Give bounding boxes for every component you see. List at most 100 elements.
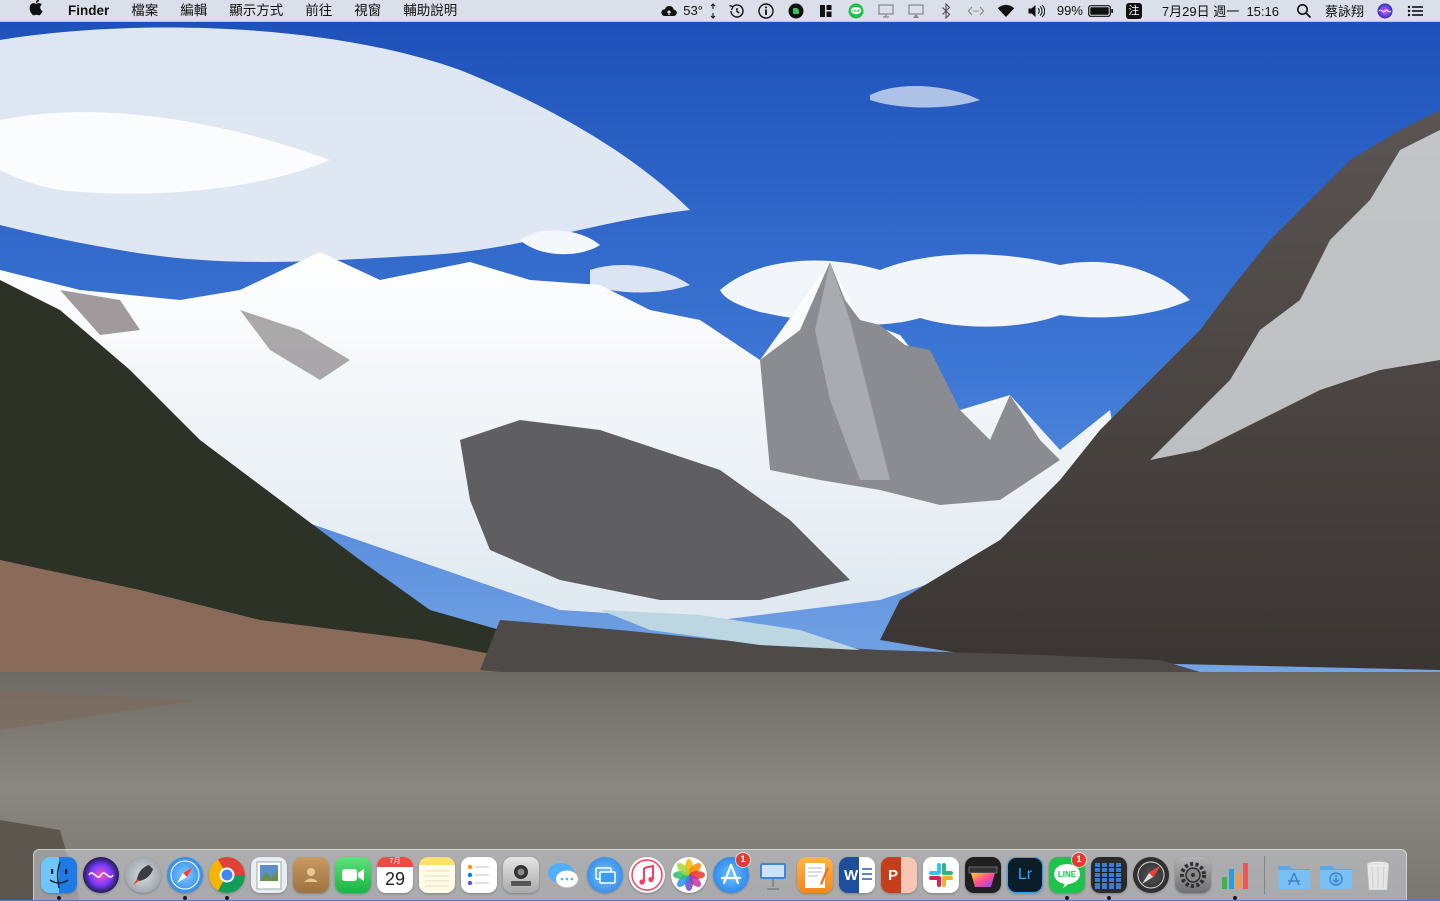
dock-item-numbers[interactable] <box>1214 850 1256 901</box>
dock-item-siri[interactable] <box>80 850 122 901</box>
menu-app-name[interactable]: Finder <box>54 0 120 22</box>
apple-logo-icon <box>29 0 43 15</box>
clock[interactable]: 7月29日 週一 15:16 <box>1148 0 1289 22</box>
layout-icon <box>819 4 832 17</box>
dock-item-slack[interactable] <box>920 850 962 901</box>
trash-icon <box>1360 857 1396 893</box>
user-name[interactable]: 蔡詠翔 <box>1319 0 1370 22</box>
input-method-icon: 注 <box>1125 2 1142 19</box>
calendar-month: 7月 <box>377 857 413 867</box>
facetime-icon <box>335 857 371 893</box>
volume-status[interactable] <box>1021 0 1051 22</box>
info-status[interactable] <box>751 0 781 22</box>
menu-help[interactable]: 輔助說明 <box>392 0 468 22</box>
dock-item-reminders[interactable] <box>458 850 500 901</box>
dock-item-chrome[interactable] <box>206 850 248 901</box>
dock-item-music[interactable] <box>626 850 668 901</box>
dock-item-launchpad[interactable] <box>122 850 164 901</box>
dock-item-system-preferences[interactable] <box>1172 850 1214 901</box>
airplay-status[interactable] <box>901 0 931 22</box>
dock-item-powerpoint[interactable]: P <box>878 850 920 901</box>
dock-item-activity-monitor[interactable] <box>1088 850 1130 901</box>
wifi-icon <box>997 4 1015 17</box>
dock-item-photos[interactable] <box>668 850 710 901</box>
network-status[interactable] <box>961 0 991 22</box>
menu-view[interactable]: 顯示方式 <box>218 0 294 22</box>
dock-item-lightroom[interactable]: Lr <box>1004 850 1046 901</box>
menu-bar-status-area: 53° LINE 99% 注 7月29日 週一 15:16 蔡詠翔 <box>654 0 1440 22</box>
photos-icon <box>671 857 707 893</box>
expand-status[interactable] <box>705 0 721 22</box>
dock-item-screen-sharing[interactable] <box>584 850 626 901</box>
dock-item-calendar[interactable]: 7月 29 <box>374 850 416 901</box>
desktop-wallpaper <box>0 0 1440 900</box>
dock-item-compass[interactable] <box>1130 850 1172 901</box>
evernote-status[interactable] <box>781 0 811 22</box>
dock-item-trash[interactable] <box>1357 850 1399 901</box>
screen-mirror-status[interactable] <box>871 0 901 22</box>
svg-text:LINE: LINE <box>1058 870 1077 879</box>
battery-status[interactable]: 99% <box>1051 0 1120 22</box>
downloads-folder-icon <box>1318 857 1354 893</box>
calendar-icon: 7月 29 <box>377 857 413 893</box>
dock-item-applications-folder[interactable] <box>1273 850 1315 901</box>
dock-item-downloads-folder[interactable] <box>1315 850 1357 901</box>
dock-item-contacts[interactable] <box>290 850 332 901</box>
apple-menu[interactable] <box>18 0 54 22</box>
dock-item-finder[interactable] <box>38 850 80 901</box>
spotlight-status[interactable] <box>1289 0 1319 22</box>
dock-item-pages[interactable] <box>794 850 836 901</box>
dock-item-notes[interactable] <box>416 850 458 901</box>
time-machine-status[interactable] <box>721 0 751 22</box>
expand-icon <box>710 2 716 19</box>
notification-center-status[interactable] <box>1400 0 1430 22</box>
dock-item-facetime[interactable] <box>332 850 374 901</box>
dock-item-word[interactable]: W <box>836 850 878 901</box>
system-preferences-icon <box>1175 857 1211 893</box>
siri-status[interactable] <box>1370 0 1400 22</box>
layout-status[interactable] <box>811 0 841 22</box>
svg-text:LINE: LINE <box>852 9 861 13</box>
dock-item-line[interactable]: LINE 1 <box>1046 850 1088 901</box>
running-indicator <box>1065 895 1069 900</box>
menu-file[interactable]: 檔案 <box>120 0 169 22</box>
running-indicator <box>1233 895 1237 900</box>
dock-item-safari[interactable] <box>164 850 206 901</box>
dock-item-final-cut[interactable] <box>962 850 1004 901</box>
evernote-icon <box>788 3 804 18</box>
line-status[interactable]: LINE <box>841 0 871 22</box>
running-indicator <box>183 895 187 900</box>
dock-item-keynote[interactable] <box>752 850 794 901</box>
calendar-day: 29 <box>384 869 406 889</box>
numbers-icon <box>1217 857 1253 893</box>
info-icon <box>758 2 774 19</box>
volume-icon <box>1028 4 1045 17</box>
keynote-icon <box>755 857 791 893</box>
siri-app-icon <box>83 857 119 893</box>
menu-go[interactable]: 前往 <box>294 0 343 22</box>
menu-window[interactable]: 視窗 <box>343 0 392 22</box>
menu-bar: Finder 檔案 編輯 顯示方式 前往 視窗 輔助說明 53° LINE 99… <box>0 0 1440 22</box>
time-machine-icon <box>729 3 744 18</box>
dock: 7月 29 1 W P Lr LINE 1 <box>33 849 1407 900</box>
dock-item-screenshot[interactable] <box>500 850 542 901</box>
notes-icon <box>419 857 455 893</box>
weather-status[interactable]: 53° <box>654 0 705 22</box>
menu-bar-left: Finder 檔案 編輯 顯示方式 前往 視窗 輔助說明 <box>0 0 468 22</box>
music-icon <box>629 857 665 893</box>
wifi-status[interactable] <box>991 0 1021 22</box>
dock-item-app-store[interactable]: 1 <box>710 850 752 901</box>
dock-item-preview[interactable] <box>248 850 290 901</box>
activity-monitor-icon <box>1091 857 1127 893</box>
running-indicator <box>57 895 61 900</box>
bluetooth-status[interactable] <box>931 0 961 22</box>
bluetooth-icon <box>941 2 951 19</box>
slack-icon <box>923 857 959 893</box>
compass-icon <box>1133 857 1169 893</box>
menu-edit[interactable]: 編輯 <box>169 0 218 22</box>
screen-mirror-icon <box>878 3 894 18</box>
input-method-status[interactable]: 注 <box>1120 0 1148 22</box>
finder-icon <box>41 857 77 893</box>
pages-icon <box>797 857 833 893</box>
dock-item-messages[interactable] <box>542 850 584 901</box>
